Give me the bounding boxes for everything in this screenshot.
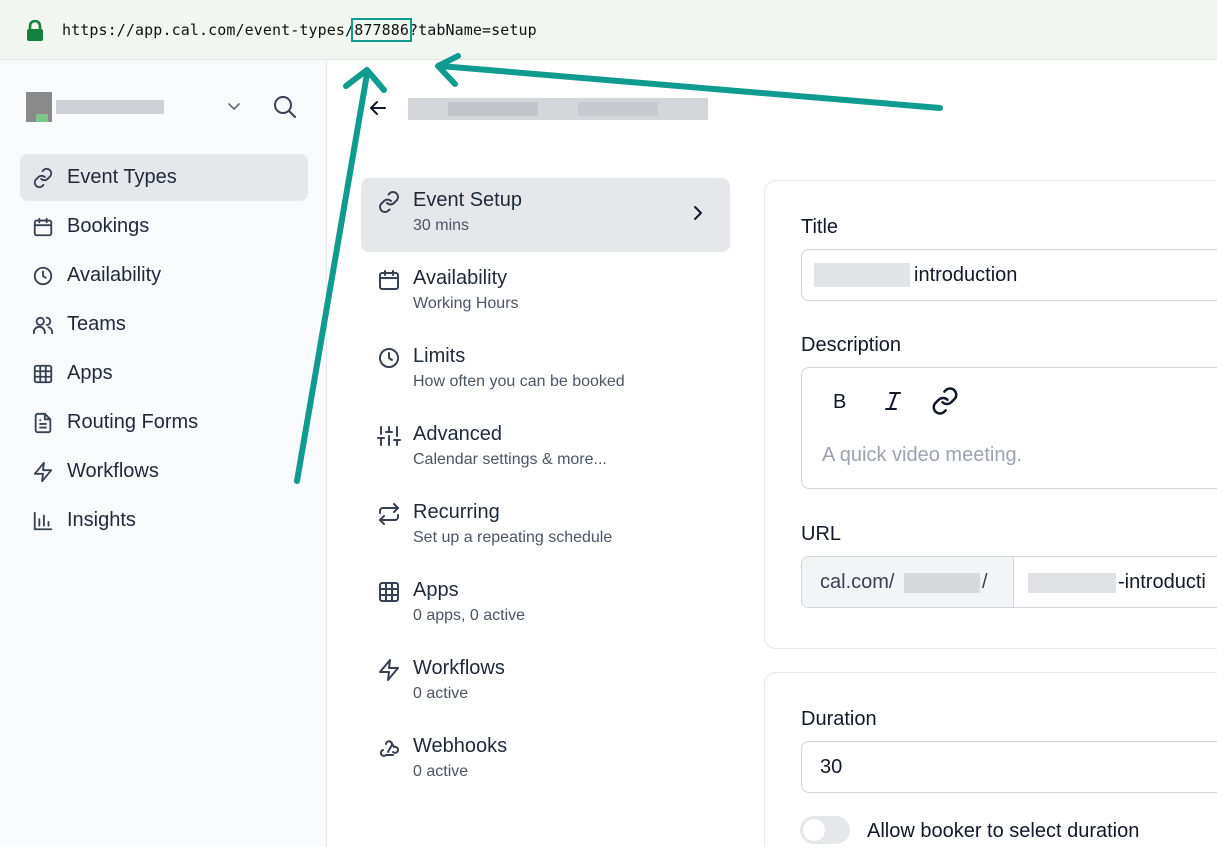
step-availability[interactable]: Availability Working Hours [361, 256, 730, 330]
step-title: Workflows [413, 657, 505, 679]
grid-icon [379, 582, 399, 602]
step-event-setup[interactable]: Event Setup 30 mins [361, 178, 730, 252]
sidebar-item-label: Event Types [67, 166, 177, 188]
main-nav: Event Types Bookings Availability Teams … [20, 154, 308, 546]
step-limits[interactable]: Limits How often you can be booked [361, 334, 730, 408]
user-profile-switcher[interactable] [26, 92, 164, 122]
step-title: Recurring [413, 501, 500, 523]
url-slug-input[interactable]: -introducti [1014, 557, 1217, 607]
step-description: 0 apps, 0 active [413, 607, 526, 624]
url-text[interactable]: https://app.cal.com/event-types/877886?t… [62, 18, 537, 42]
sidebar-item-event-types[interactable]: Event Types [20, 154, 308, 201]
sidebar-item-label: Insights [67, 509, 136, 531]
allow-duration-toggle[interactable] [800, 816, 850, 844]
step-title: Advanced [413, 423, 502, 445]
sidebar-item-label: Workflows [67, 460, 159, 482]
file-text-icon [34, 412, 52, 433]
description-label: Description [801, 334, 902, 356]
step-description: Working Hours [413, 295, 519, 312]
url-label: URL [801, 523, 842, 545]
step-apps[interactable]: Apps 0 apps, 0 active [361, 568, 730, 642]
url-prefix: https://app.cal.com/event-types/ [62, 21, 355, 39]
sliders-icon [377, 426, 401, 446]
sidebar-item-workflows[interactable]: Workflows [20, 448, 308, 495]
step-title: Event Setup [413, 189, 522, 211]
chevron-right-icon [694, 206, 702, 220]
url-prefix-end: / [982, 571, 988, 593]
step-workflows[interactable]: Workflows 0 active [361, 646, 730, 720]
duration-input[interactable]: 30 [801, 741, 1217, 793]
italic-icon[interactable] [878, 386, 908, 416]
url-prefix-start: cal.com/ [820, 571, 895, 593]
clock-icon [379, 348, 399, 368]
bar-chart-icon [33, 511, 53, 530]
title-value: introduction [914, 264, 1018, 286]
url-query: ?tabName=setup [408, 21, 537, 39]
title-value-redacted [814, 263, 910, 287]
link-icon [33, 167, 53, 188]
sidebar-item-availability[interactable]: Availability [20, 252, 308, 299]
search-icon[interactable] [272, 94, 298, 120]
sidebar-item-bookings[interactable]: Bookings [20, 203, 308, 250]
step-title: Availability [413, 267, 508, 289]
step-webhooks[interactable]: Webhooks 0 active [361, 724, 730, 798]
event-details-card: Title introduction Description B A quick… [764, 180, 1217, 649]
step-title: Webhooks [413, 735, 508, 757]
sidebar-item-label: Bookings [67, 215, 150, 237]
event-setup-steps: Event Setup 30 mins Availability Working… [361, 178, 730, 802]
username-redacted [56, 100, 164, 114]
bold-icon[interactable]: B [826, 386, 856, 416]
users-icon [32, 316, 54, 334]
sidebar-item-label: Apps [67, 362, 113, 384]
step-description: 30 mins [413, 217, 470, 234]
step-title: Limits [413, 345, 466, 367]
allow-duration-label: Allow booker to select duration [867, 820, 1140, 842]
sidebar-item-label: Availability [67, 264, 162, 286]
url-slug-value: -introducti [1118, 571, 1206, 593]
zap-icon [33, 461, 53, 482]
grid-icon [33, 364, 53, 383]
sidebar-item-teams[interactable]: Teams [20, 301, 308, 348]
url-prefix: cal.com/ / [802, 557, 1014, 607]
svg-text:B: B [833, 391, 846, 413]
repeat-icon [379, 503, 399, 525]
url-input-group: cal.com/ / -introducti [801, 556, 1217, 608]
username-redacted [904, 573, 980, 593]
sidebar-item-routing-forms[interactable]: Routing Forms [20, 399, 308, 446]
slug-redacted [1028, 573, 1116, 593]
calendar-icon [33, 217, 53, 236]
step-advanced[interactable]: Advanced Calendar settings & more... [361, 412, 730, 486]
clock-icon [33, 266, 53, 285]
description-placeholder: A quick video meeting. [822, 444, 1023, 466]
step-description: 0 active [413, 685, 469, 702]
sidebar-item-insights[interactable]: Insights [20, 497, 308, 544]
back-arrow-icon[interactable] [368, 98, 388, 118]
step-title: Apps [413, 579, 459, 601]
calendar-icon [379, 270, 399, 290]
sidebar: Event Types Bookings Availability Teams … [0, 60, 327, 847]
step-description: How often you can be booked [413, 373, 625, 390]
sidebar-item-apps[interactable]: Apps [20, 350, 308, 397]
duration-label: Duration [801, 708, 877, 730]
url-event-id: 877886 [351, 18, 412, 42]
title-input[interactable]: introduction [801, 249, 1217, 301]
rich-text-toolbar: B [826, 386, 960, 416]
chevron-down-icon[interactable] [224, 96, 244, 116]
duration-value: 30 [820, 756, 843, 778]
event-title-redacted [408, 96, 708, 122]
webhook-icon [379, 740, 400, 757]
sidebar-item-label: Routing Forms [67, 411, 199, 433]
sidebar-item-label: Teams [67, 313, 126, 335]
step-description: Calendar settings & more... [413, 451, 607, 468]
zap-icon [379, 659, 399, 681]
link-icon [379, 191, 399, 213]
lock-icon [27, 20, 43, 41]
step-description: Set up a repeating schedule [413, 529, 613, 546]
title-label: Title [801, 216, 839, 238]
step-recurring[interactable]: Recurring Set up a repeating schedule [361, 490, 730, 564]
browser-address-bar[interactable]: https://app.cal.com/event-types/877886?t… [0, 0, 1217, 60]
step-description: 0 active [413, 763, 469, 780]
link-icon[interactable] [930, 386, 960, 416]
description-editor[interactable]: B A quick video meeting. [801, 367, 1217, 489]
